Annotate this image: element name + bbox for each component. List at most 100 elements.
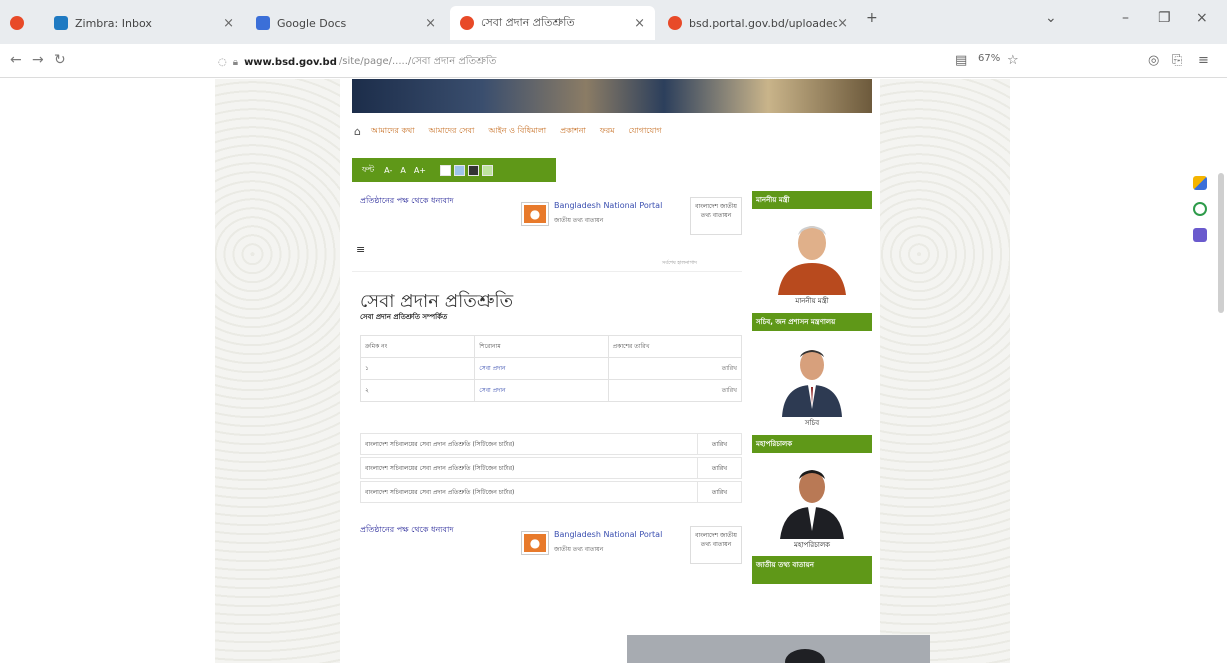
reload-icon[interactable]: ↻ — [54, 52, 66, 68]
table-cell-link[interactable]: সেবা প্রদান — [474, 357, 609, 380]
app-launcher-icon[interactable] — [1193, 228, 1207, 242]
tab-label: Zimbra: Inbox — [75, 16, 152, 30]
sidebar-heading: জাতীয় তথ্য বাতায়ন — [752, 556, 872, 585]
chat-icon[interactable] — [1193, 202, 1207, 216]
file-row[interactable]: বাংলাদেশ সচিবালয়ের সেবা প্রদান প্রতিশ্র… — [360, 457, 742, 479]
shortcut-icon[interactable] — [1193, 176, 1207, 190]
nav-item[interactable]: ফরম — [600, 125, 615, 138]
table-cell-link[interactable]: সেবা প্রদান — [474, 379, 609, 402]
maximize-icon[interactable]: ❐ — [1158, 10, 1171, 26]
forward-icon[interactable]: → — [32, 52, 44, 68]
lock-icon: 🔒︎ — [232, 56, 239, 68]
national-portal-box[interactable]: বাংলাদেশ জাতীয় তথ্য বাতায়ন — [690, 197, 742, 235]
table-cell: তারিখ — [607, 357, 743, 380]
font-reset-button[interactable]: A — [400, 166, 405, 175]
table-cell: ১ — [359, 357, 476, 380]
site-favicon-icon — [460, 16, 474, 30]
file-date: তারিখ — [697, 458, 741, 478]
table-cell: ২ — [359, 379, 476, 402]
font-increase-button[interactable]: A+ — [414, 166, 426, 175]
window-close-icon[interactable]: × — [1196, 10, 1208, 26]
portal-subtitle: জাতীয় তথ্য বাতায়ন — [554, 546, 604, 553]
right-dock — [1190, 176, 1210, 254]
close-icon[interactable]: × — [634, 16, 645, 31]
file-title[interactable]: বাংলাদেশ সচিবালয়ের সেবা প্রদান প্রতিশ্র… — [365, 439, 697, 450]
camera-icon — [785, 649, 825, 663]
nav-item[interactable]: আমাদের কথা — [371, 125, 415, 138]
tab-active[interactable]: সেবা প্রদান প্রতিশ্রুতি × — [450, 6, 655, 40]
table-row: ১ সেবা প্রদান তারিখ — [359, 357, 743, 380]
home-icon[interactable]: ⌂ — [354, 125, 361, 138]
reader-view-icon[interactable]: ▤ — [955, 53, 967, 68]
sidebar-heading: মহাপরিচালক — [752, 434, 872, 453]
menu-icon[interactable]: ≡ — [1198, 53, 1209, 68]
close-icon[interactable]: × — [425, 16, 436, 31]
tab-list-chevron-icon[interactable]: ⌄ — [1045, 10, 1057, 26]
bookmark-star-icon[interactable]: ☆ — [1007, 53, 1019, 68]
page-subtitle: সেবা প্রদান প্রতিশ্রুতি সম্পর্কিত — [360, 313, 448, 321]
nav-item[interactable]: প্রকাশনা — [560, 125, 586, 138]
divider — [352, 271, 742, 272]
tab-label: সেবা প্রদান প্রতিশ্রুতি — [481, 15, 575, 29]
site-container: ⌂ আমাদের কথা আমাদের সেবা আইন ও বিধিমালা … — [340, 79, 880, 663]
file-row[interactable]: বাংলাদেশ সচিবালয়ের সেবা প্রদান প্রতিশ্র… — [360, 433, 742, 455]
new-tab-button[interactable]: + — [866, 10, 878, 26]
url-host: www.bsd.gov.bd — [244, 56, 337, 68]
main-nav: ⌂ আমাদের কথা আমাদের সেবা আইন ও বিধিমালা … — [354, 123, 874, 139]
address-bar[interactable]: ◌ 🔒︎ www.bsd.gov.bd /site/page/...../সেব… — [218, 51, 978, 73]
tab-bsd-portal[interactable]: bsd.portal.gov.bd/uploaded-c × — [658, 6, 858, 40]
font-size-label: ফন্ট — [362, 164, 375, 174]
extensions-icon[interactable]: ⎘ — [1172, 53, 1182, 68]
zimbra-icon — [54, 16, 68, 30]
nav-item[interactable]: আইন ও বিধিমালা — [488, 125, 546, 138]
file-title[interactable]: বাংলাদেশ সচিবালয়ের সেবা প্রদান প্রতিশ্র… — [365, 463, 697, 474]
file-date: তারিখ — [697, 434, 741, 454]
app-icon — [10, 16, 24, 30]
share-label[interactable]: প্রতিষ্ঠানের পক্ষ থেকে ধন্যবাদ — [360, 195, 454, 208]
theme-swatch[interactable] — [440, 164, 451, 176]
bangladesh-portal-logo-icon[interactable]: ● — [522, 532, 548, 554]
zoom-level[interactable]: 67% — [978, 53, 1000, 64]
portal-subtitle: জাতীয় তথ্য বাতায়ন — [554, 217, 604, 224]
table-row: ২ সেবা প্রদান তারিখ — [359, 379, 743, 402]
vertical-scrollbar[interactable] — [1218, 173, 1224, 313]
nav-item[interactable]: যোগাযোগ — [629, 125, 662, 138]
theme-swatch[interactable] — [468, 164, 479, 176]
tab-label: bsd.portal.gov.bd/uploaded-c — [689, 16, 838, 30]
portal-title[interactable]: Bangladesh National Portal — [554, 530, 662, 539]
close-icon[interactable]: × — [223, 16, 234, 31]
theme-swatch[interactable] — [482, 164, 493, 176]
tab-zimbra[interactable]: Zimbra: Inbox × — [44, 6, 244, 40]
national-portal-box[interactable]: বাংলাদেশ জাতীয় তথ্য বাতায়ন — [690, 526, 742, 564]
docs-icon — [256, 16, 270, 30]
font-decrease-button[interactable]: A- — [384, 166, 392, 175]
file-title[interactable]: বাংলাদেশ সচিবালয়ের সেবা প্রদান প্রতিশ্র… — [365, 487, 697, 498]
pocket-icon[interactable]: ◎ — [1148, 53, 1159, 68]
right-sidebar: মাননীয় মন্ত্রী মাননীয় মন্ত্রী সচিব, জন… — [752, 191, 872, 585]
secretary-portrait — [772, 338, 852, 417]
site-favicon-icon — [668, 16, 682, 30]
back-icon[interactable]: ← — [10, 52, 22, 68]
file-row[interactable]: বাংলাদেশ সচিবালয়ের সেবা প্রদান প্রতিশ্র… — [360, 481, 742, 503]
browser-tab-bar: Zimbra: Inbox × Google Docs × সেবা প্রদা… — [0, 0, 1227, 44]
sidebar-person-name: মাননীয় মন্ত্রী — [795, 297, 829, 305]
nav-item[interactable]: আমাদের সেবা — [429, 125, 475, 138]
tab-google-docs[interactable]: Google Docs × — [246, 6, 446, 40]
close-icon[interactable]: × — [837, 16, 848, 31]
url-path: /site/page/...../সেবা প্রদান প্রতিশ্রুতি — [338, 55, 497, 67]
sidebar-heading: সচিব, জন প্রশাসন মন্ত্রণালয় — [752, 312, 872, 331]
background-pattern — [880, 79, 1010, 663]
theme-swatch[interactable] — [454, 164, 465, 176]
last-updated: সর্বশেষ হালনাগাদ — [662, 260, 697, 266]
screen-share-bar[interactable] — [627, 635, 930, 663]
column-header: শিরোনাম — [474, 335, 609, 358]
share-label[interactable]: প্রতিষ্ঠানের পক্ষ থেকে ধন্যবাদ — [360, 524, 454, 537]
portal-title[interactable]: Bangladesh National Portal — [554, 201, 662, 210]
column-header: ক্রমিক নং — [359, 335, 476, 358]
background-pattern — [215, 79, 340, 663]
bangladesh-portal-logo-icon[interactable]: ● — [522, 203, 548, 225]
sidebar-heading: মাননীয় মন্ত্রী — [752, 191, 872, 209]
hamburger-menu-icon[interactable]: ≡ — [356, 243, 365, 256]
sidebar-person-name: সচিব — [804, 418, 820, 427]
minimize-icon[interactable]: – — [1122, 10, 1129, 26]
